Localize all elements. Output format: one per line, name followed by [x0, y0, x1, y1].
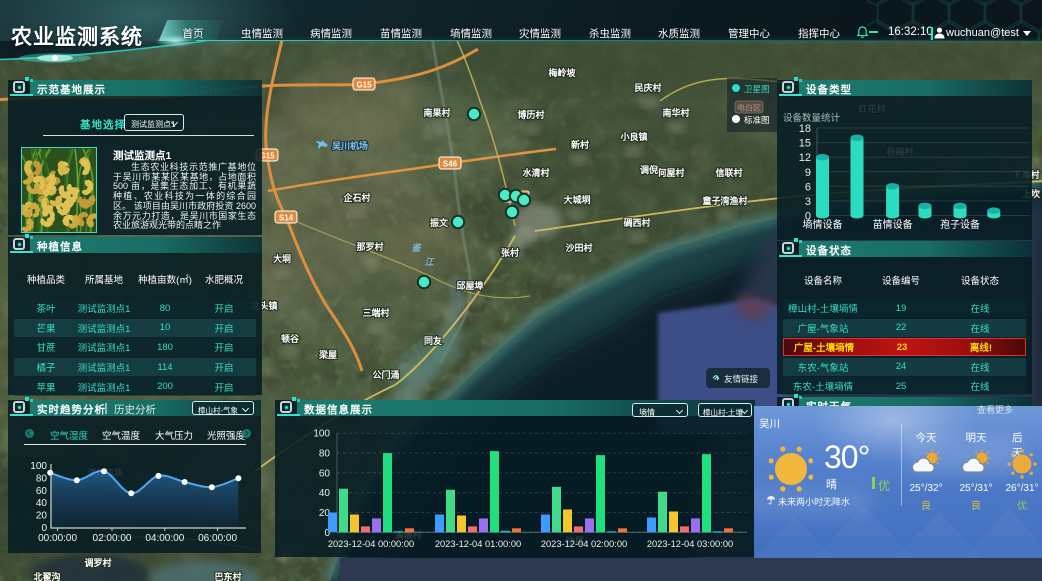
svg-text:60: 60: [319, 468, 331, 479]
svg-text:南华村: 南华村: [662, 107, 689, 118]
svg-text:公门涌: 公门涌: [372, 369, 399, 380]
svg-text:大城垌: 大城垌: [563, 194, 590, 205]
svg-text:沙田村: 沙田村: [565, 242, 592, 253]
svg-text:S14: S14: [279, 214, 294, 223]
svg-text:张村: 张村: [501, 247, 519, 258]
svg-text:同友: 同友: [424, 335, 442, 346]
svg-text:大坰: 大坰: [273, 253, 291, 264]
svg-text:18: 18: [799, 123, 811, 135]
svg-text:06:00:00: 06:00:00: [198, 533, 237, 544]
svg-text:调倪: 调倪: [640, 164, 658, 175]
svg-text:04:00:00: 04:00:00: [145, 533, 184, 544]
svg-text:顿谷: 顿谷: [281, 333, 300, 344]
svg-text:何屋村: 何屋村: [657, 167, 684, 178]
svg-text:邱屋埠: 邱屋埠: [456, 280, 483, 291]
svg-text:新村: 新村: [571, 139, 589, 150]
svg-text:2023-12-04 01:00:00: 2023-12-04 01:00:00: [435, 539, 521, 549]
svg-text:调罗村: 调罗村: [84, 557, 111, 568]
svg-text:100: 100: [313, 429, 330, 440]
svg-text:水清村: 水清村: [522, 167, 549, 178]
svg-text:80: 80: [36, 473, 48, 484]
svg-text:02:00:00: 02:00:00: [93, 533, 132, 544]
svg-text:企石村: 企石村: [342, 192, 370, 203]
svg-text:碉西村: 碉西村: [623, 217, 650, 228]
svg-text:80: 80: [319, 449, 331, 460]
svg-text:博历村: 博历村: [517, 109, 544, 120]
svg-text:孢子设备: 孢子设备: [940, 218, 980, 231]
svg-text:100: 100: [30, 461, 47, 472]
svg-text:40: 40: [319, 488, 331, 499]
svg-text:2023-12-04 03:00:00: 2023-12-04 03:00:00: [647, 539, 733, 549]
svg-text:振文: 振文: [430, 217, 449, 228]
svg-text:苗情设备: 苗情设备: [873, 218, 913, 231]
svg-text:民庆村: 民庆村: [634, 82, 661, 93]
svg-text:墒情设备: 墒情设备: [803, 218, 843, 231]
svg-text:梅岭坡: 梅岭坡: [548, 67, 576, 78]
svg-text:吴川机场: 吴川机场: [332, 140, 368, 151]
svg-text:信联村: 信联村: [715, 167, 742, 178]
svg-text:20: 20: [36, 511, 48, 522]
svg-text:15: 15: [799, 138, 811, 150]
svg-text:60: 60: [36, 486, 48, 497]
svg-text:6: 6: [805, 181, 811, 193]
svg-text:南果村: 南果村: [423, 107, 450, 118]
svg-text:S46: S46: [443, 160, 458, 169]
svg-text:那罗村: 那罗村: [356, 241, 383, 252]
svg-text:巴东村: 巴东村: [214, 571, 241, 581]
svg-text:梁屋: 梁屋: [318, 349, 337, 360]
svg-text:2023-12-04 02:00:00: 2023-12-04 02:00:00: [541, 539, 627, 549]
svg-text:北翟沟: 北翟沟: [33, 571, 60, 581]
svg-text:2023-12-04 00:00:00: 2023-12-04 00:00:00: [328, 539, 414, 549]
svg-text:40: 40: [36, 498, 48, 509]
svg-text:小良镇: 小良镇: [619, 131, 647, 142]
svg-text:00:00:00: 00:00:00: [38, 533, 77, 544]
svg-text:12: 12: [799, 152, 811, 164]
svg-text:三端村: 三端村: [362, 307, 389, 318]
svg-text:3: 3: [805, 196, 811, 208]
svg-text:童子湾渔村: 童子湾渔村: [702, 195, 747, 206]
svg-text:9: 9: [805, 167, 811, 179]
